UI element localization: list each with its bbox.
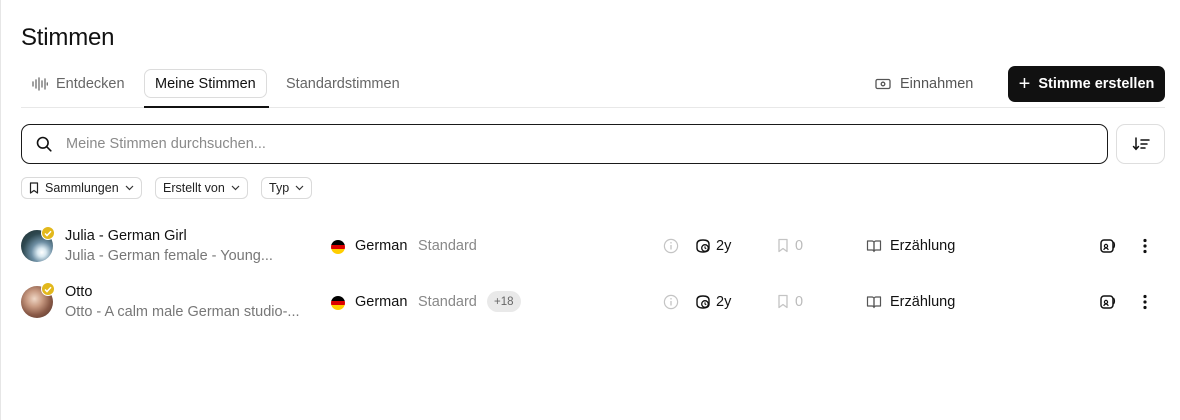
chevron-down-icon — [125, 185, 134, 191]
book-open-icon — [866, 240, 882, 253]
voice-age: 2y — [716, 294, 732, 310]
voice-description: Otto - A calm male German studio-... — [65, 304, 300, 320]
earnings-label: Einnahmen — [900, 76, 974, 92]
filter-collections[interactable]: Sammlungen — [21, 177, 142, 199]
save-count: 0 — [795, 238, 804, 254]
voice-share-icon[interactable] — [1099, 293, 1117, 311]
german-flag-icon — [331, 240, 345, 254]
filter-collections-label: Sammlungen — [45, 181, 119, 195]
tab-discover[interactable]: Entdecken — [32, 69, 125, 98]
page-title: Stimmen — [21, 24, 115, 51]
age-clock-icon — [696, 295, 710, 309]
search-bar — [21, 124, 1108, 164]
active-tab-indicator — [144, 106, 269, 108]
more-options-icon[interactable] — [1137, 293, 1153, 311]
tab-bar: Entdecken Meine Stimmen Standardstimmen — [21, 66, 1165, 108]
book-open-icon — [866, 296, 882, 309]
banknote-icon — [875, 78, 891, 90]
voice-row[interactable]: Julia - German Girl Julia - German femal… — [0, 224, 1180, 268]
create-voice-label: Stimme erstellen — [1038, 76, 1155, 92]
search-input[interactable] — [66, 136, 1107, 152]
voice-share-icon[interactable] — [1099, 237, 1117, 255]
voice-description: Julia - German female - Young... — [65, 248, 273, 264]
earnings-button[interactable]: Einnahmen — [875, 66, 973, 102]
voice-category: Erzählung — [890, 294, 956, 310]
bookmark-icon[interactable] — [777, 238, 789, 253]
create-voice-button[interactable]: + Stimme erstellen — [1008, 66, 1165, 102]
bookmark-icon[interactable] — [777, 294, 789, 309]
voice-name: Otto — [65, 284, 93, 300]
voice-row[interactable]: Otto Otto - A calm male German studio-..… — [0, 280, 1180, 324]
save-count: 0 — [795, 294, 804, 310]
german-flag-icon — [331, 296, 345, 310]
info-icon[interactable] — [663, 238, 679, 254]
voice-language: German — [355, 294, 408, 310]
tab-discover-label: Entdecken — [56, 75, 125, 92]
sort-button[interactable] — [1116, 124, 1165, 164]
tab-my-voices-label: Meine Stimmen — [155, 75, 256, 92]
voice-language: German — [355, 238, 408, 254]
age-clock-icon — [696, 239, 710, 253]
chevron-down-icon — [231, 185, 240, 191]
tab-default-voices[interactable]: Standardstimmen — [286, 69, 400, 98]
filter-type[interactable]: Typ — [261, 177, 313, 199]
filter-type-label: Typ — [269, 181, 290, 195]
more-options-icon[interactable] — [1137, 237, 1153, 255]
filter-created-by[interactable]: Erstellt von — [155, 177, 248, 199]
plus-icon: + — [1018, 73, 1031, 95]
chevron-down-icon — [295, 185, 304, 191]
verified-badge-icon — [41, 226, 55, 240]
verified-badge-icon — [41, 282, 55, 296]
left-border — [0, 0, 1, 420]
bookmark-icon — [29, 182, 39, 194]
voice-age: 2y — [716, 238, 732, 254]
voice-name: Julia - German Girl — [65, 228, 187, 244]
extra-languages-badge[interactable]: +18 — [487, 291, 521, 312]
voice-variant: Standard — [418, 238, 477, 254]
search-icon — [36, 136, 52, 152]
voice-category: Erzählung — [890, 238, 956, 254]
tab-default-voices-label: Standardstimmen — [286, 75, 400, 92]
sort-icon — [1132, 137, 1150, 151]
filter-created-by-label: Erstellt von — [163, 181, 225, 195]
voice-variant: Standard — [418, 294, 477, 310]
tab-my-voices[interactable]: Meine Stimmen — [144, 69, 267, 98]
info-icon[interactable] — [663, 294, 679, 310]
waveform-icon — [32, 76, 48, 91]
